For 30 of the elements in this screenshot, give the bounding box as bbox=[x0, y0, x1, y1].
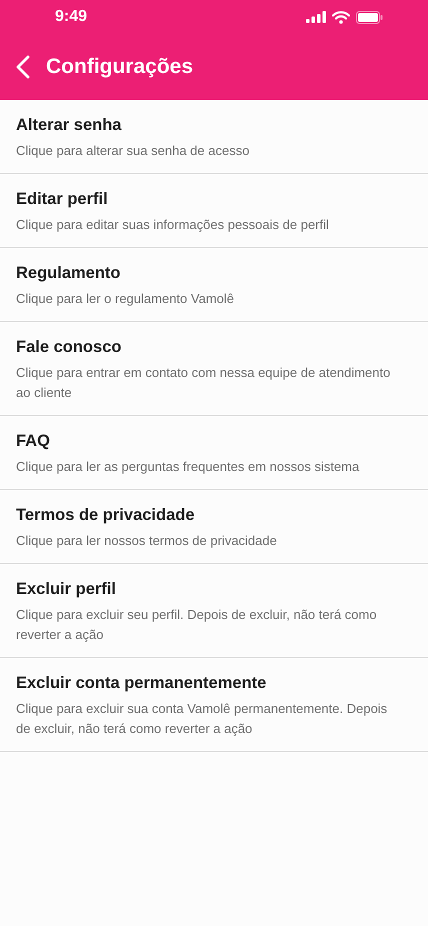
item-description: Clique para excluir sua conta Vamolê permanentemente. Depois de excluir, não terá como reverter a ação bbox=[16, 700, 388, 738]
item-description: Clique para ler o regulamento Vamolê bbox=[16, 290, 235, 308]
item-title: Termos de privacidade bbox=[16, 505, 196, 526]
item-title: Excluir conta permanentemente bbox=[16, 673, 268, 694]
item-title: Fale conosco bbox=[16, 337, 122, 358]
item-title: FAQ bbox=[16, 431, 51, 452]
battery-icon bbox=[356, 10, 383, 24]
item-title: Alterar senha bbox=[16, 115, 122, 136]
item-description: Clique para alterar sua senha de acesso bbox=[16, 142, 250, 160]
wifi-icon bbox=[332, 10, 350, 24]
settings-item[interactable]: Editar perfil Clique para editar suas informações pessoais de perfil bbox=[0, 174, 428, 248]
page-title: Configurações bbox=[46, 55, 194, 79]
item-title: Excluir perfil bbox=[16, 579, 117, 600]
item-title: Editar perfil bbox=[16, 189, 109, 210]
settings-item[interactable]: Excluir perfil Clique para excluir seu perfil. Depois de excluir, não terá como reverter a ação bbox=[0, 564, 428, 658]
item-description: Clique para ler nossos termos de privacidade bbox=[16, 532, 278, 550]
settings-item[interactable]: Regulamento Clique para ler o regulamento Vamolê bbox=[0, 248, 428, 322]
settings-item[interactable]: Termos de privacidade Clique para ler nossos termos de privacidade bbox=[0, 490, 428, 564]
settings-item[interactable]: Fale conosco Clique para entrar em contato com nessa equipe de atendimento ao cliente bbox=[0, 322, 428, 416]
item-description: Clique para editar suas informações pessoais de perfil bbox=[16, 216, 330, 234]
item-description: Clique para excluir seu perfil. Depois de excluir, não terá como reverter a ação bbox=[16, 606, 378, 644]
settings-item[interactable]: Alterar senha Clique para alterar sua senha de acesso bbox=[0, 100, 428, 174]
status-time: 9:49 bbox=[55, 8, 88, 26]
back-button[interactable] bbox=[16, 55, 30, 79]
item-title: Regulamento bbox=[16, 263, 122, 284]
settings-item[interactable]: FAQ Clique para ler as perguntas frequentes em nossos sistema bbox=[0, 416, 428, 490]
settings-item[interactable]: Excluir conta permanentemente Clique para excluir sua conta Vamolê permanentemente. Depois de excluir, não terá como reverter a ação bbox=[0, 658, 428, 752]
signal-icon bbox=[306, 11, 326, 23]
item-description: Clique para ler as perguntas frequentes em nossos sistema bbox=[16, 458, 360, 476]
item-description: Clique para entrar em contato com nessa equipe de atendimento ao cliente bbox=[16, 364, 392, 402]
